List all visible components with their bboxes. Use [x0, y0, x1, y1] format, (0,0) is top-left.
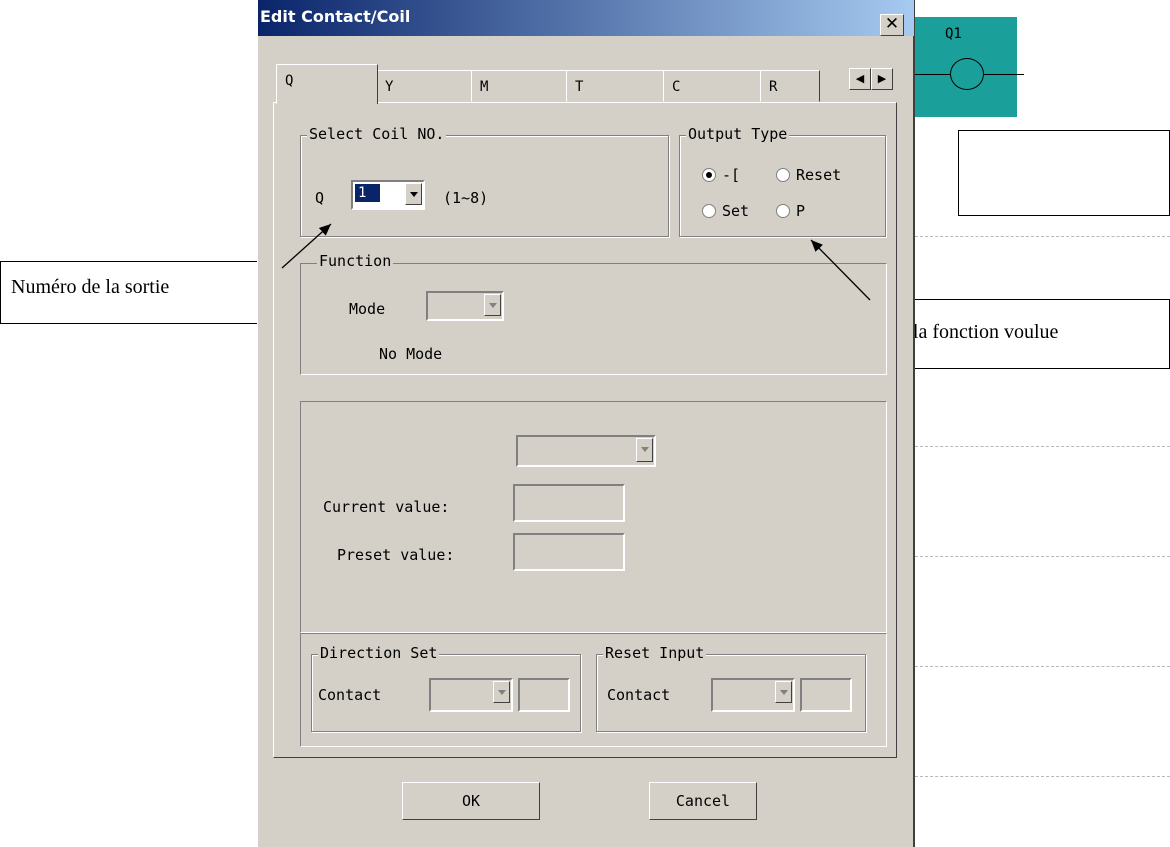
tab-label: Q [285, 73, 294, 89]
tab-q[interactable]: Q [276, 64, 378, 104]
arrow-to-output-type [810, 239, 871, 301]
arrow-to-coil-number [281, 223, 332, 269]
callout-arrows [281, 223, 871, 301]
